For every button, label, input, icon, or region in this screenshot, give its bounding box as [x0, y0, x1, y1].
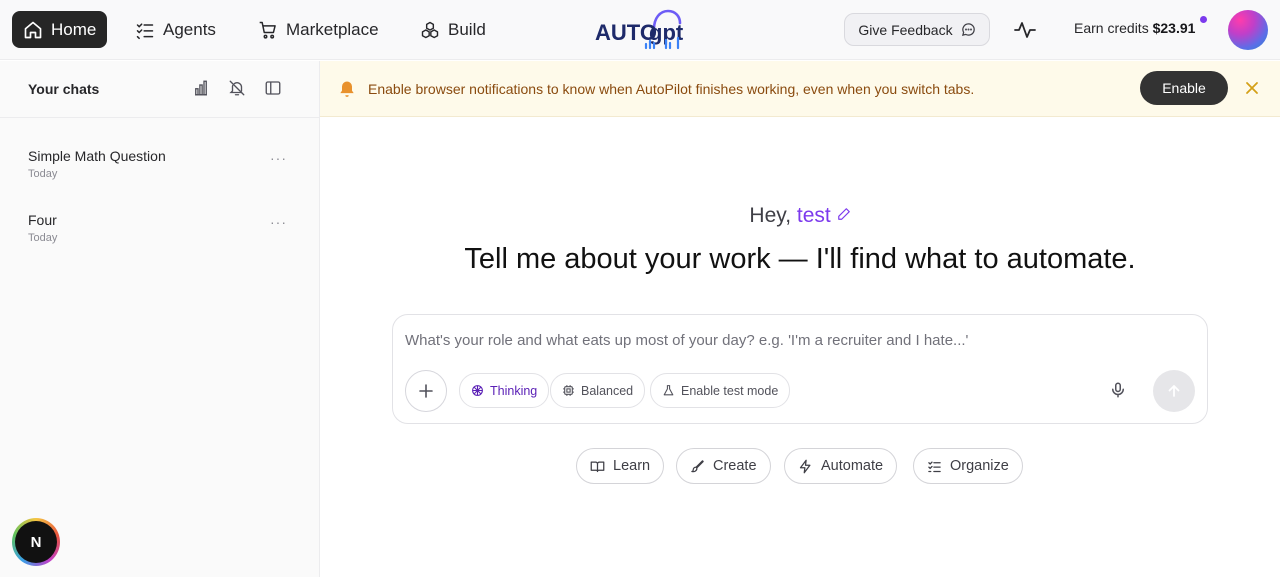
brush-icon — [691, 459, 704, 472]
list-check-icon — [136, 22, 154, 39]
notification-banner: Enable browser notifications to know whe… — [320, 61, 1280, 117]
balanced-mode-toggle[interactable]: Balanced — [550, 373, 646, 408]
nav-build[interactable]: Build — [409, 11, 497, 48]
automate-chip[interactable]: Automate — [784, 448, 898, 484]
activity-icon[interactable] — [1013, 18, 1037, 42]
more-icon[interactable]: ··· — [270, 214, 287, 230]
chat-title: Simple Math Question — [28, 148, 166, 164]
greeting-prefix: Hey, — [749, 204, 792, 227]
bell-icon — [340, 81, 354, 97]
chat-bubble-icon — [961, 23, 975, 37]
page-title: Tell me about your work — I'll find what… — [464, 243, 1136, 275]
notification-dot — [1200, 16, 1207, 23]
learn-chip[interactable]: Learn — [576, 448, 665, 484]
sidebar: Your chats Simple Math Question Today ··… — [0, 61, 320, 577]
thinking-label: Thinking — [490, 383, 538, 398]
nav-home-label: Home — [51, 19, 97, 39]
plus-icon — [419, 384, 433, 398]
create-label: Create — [713, 458, 757, 474]
home-icon — [24, 21, 42, 38]
cart-icon — [259, 21, 276, 39]
chat-title: Four — [28, 212, 57, 228]
cubes-icon — [421, 21, 439, 38]
sidebar-header: Your chats — [0, 61, 319, 118]
pencil-icon[interactable] — [837, 207, 851, 221]
bell-off-icon[interactable] — [228, 79, 246, 97]
send-button[interactable] — [1153, 370, 1195, 412]
organize-label: Organize — [950, 458, 1009, 474]
balanced-label: Balanced — [581, 383, 634, 398]
create-chip[interactable]: Create — [676, 448, 771, 484]
chat-item[interactable]: Four Today ··· — [28, 212, 290, 252]
credits-value: $23.91 — [1152, 20, 1196, 36]
give-feedback-button[interactable]: Give Feedback — [844, 13, 990, 46]
earn-credits-label: Earn credits — [1074, 20, 1149, 36]
nav-marketplace-label: Marketplace — [286, 19, 379, 39]
microphone-icon[interactable] — [1109, 381, 1127, 399]
nav-marketplace[interactable]: Marketplace — [247, 11, 390, 48]
lightning-icon — [799, 459, 811, 473]
arrow-up-icon — [1168, 385, 1180, 397]
book-icon — [590, 461, 605, 472]
nav-agents-label: Agents — [163, 19, 216, 39]
banner-message: Enable browser notifications to know whe… — [368, 81, 975, 97]
add-attachment-button[interactable] — [405, 370, 447, 412]
dev-tools-badge-label: N — [15, 521, 57, 563]
more-icon[interactable]: ··· — [270, 150, 287, 166]
panel-toggle-icon[interactable] — [264, 79, 282, 97]
nav-build-label: Build — [448, 19, 486, 39]
greeting: Hey, test — [320, 204, 1280, 228]
top-navbar: Home Agents Marketplace Build AUTO gpt G… — [0, 0, 1280, 60]
thinking-mode-toggle[interactable]: Thinking — [459, 373, 550, 408]
automate-label: Automate — [821, 458, 884, 474]
test-mode-toggle[interactable]: Enable test mode — [650, 373, 791, 408]
brain-icon — [472, 385, 483, 396]
chat-item[interactable]: Simple Math Question Today ··· — [28, 148, 290, 188]
user-name: test — [796, 204, 831, 227]
learn-label: Learn — [613, 458, 651, 474]
chat-input[interactable] — [405, 329, 1185, 351]
cpu-icon — [563, 385, 574, 396]
earn-credits[interactable]: Earn credits $23.91 — [1074, 20, 1195, 36]
sidebar-title: Your chats — [28, 81, 100, 97]
test-mode-label: Enable test mode — [681, 383, 779, 398]
give-feedback-label: Give Feedback — [858, 21, 953, 38]
checklist-icon — [928, 461, 941, 472]
autogpt-logo[interactable]: AUTO gpt — [594, 8, 686, 52]
avatar[interactable] — [1228, 10, 1268, 50]
organize-chip[interactable]: Organize — [913, 448, 1023, 484]
svg-text:AUTO: AUTO — [595, 20, 657, 45]
nav-agents[interactable]: Agents — [124, 11, 227, 48]
flask-icon — [663, 385, 674, 396]
chat-date: Today — [28, 168, 58, 180]
enable-notifications-button[interactable]: Enable — [1140, 71, 1228, 105]
bar-chart-icon[interactable] — [192, 79, 210, 97]
close-icon[interactable] — [1245, 81, 1259, 95]
nav-home[interactable]: Home — [12, 11, 108, 48]
chat-date: Today — [28, 232, 58, 244]
chat-composer: Thinking Balanced Enable test mode — [392, 314, 1208, 424]
dev-tools-badge[interactable]: N — [12, 518, 60, 566]
